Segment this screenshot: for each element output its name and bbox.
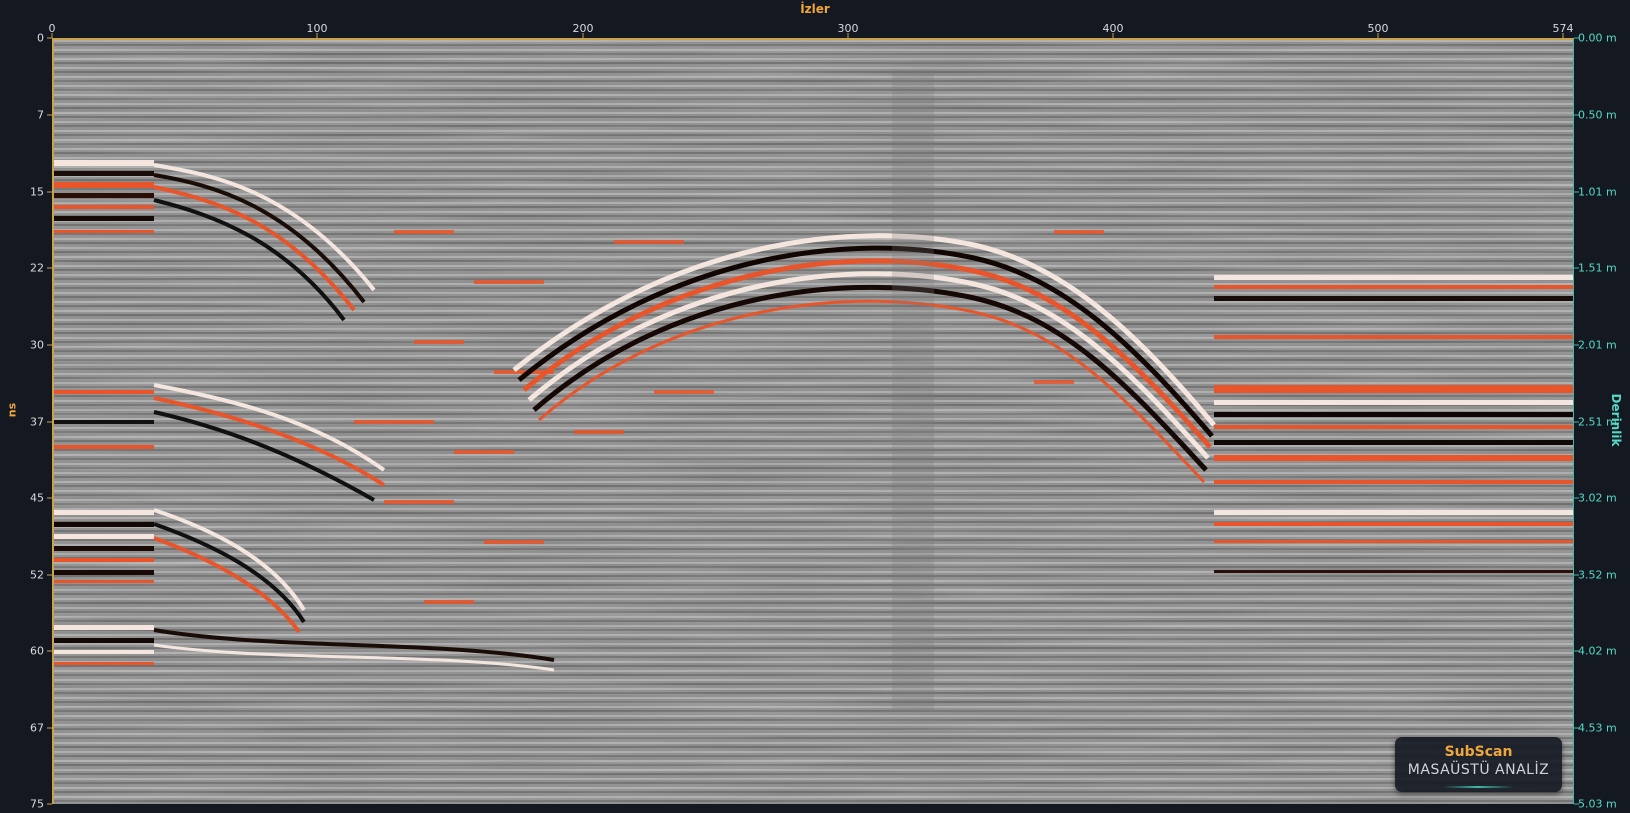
trace-tick-label: 200 xyxy=(572,22,594,35)
time-tick-label: 22 xyxy=(30,261,44,275)
depth-tick-label: 0.50 m xyxy=(1578,108,1617,122)
brand-subtitle: MASAÜSTÜ ANALİZ xyxy=(1407,762,1550,778)
time-tick-label: 45 xyxy=(30,491,44,505)
top-axis-title: İzler xyxy=(800,2,830,16)
left-axis-title: ns xyxy=(5,402,19,418)
depth-tick-label: 3.52 m xyxy=(1578,568,1617,582)
time-tick-label: 0 xyxy=(37,31,44,45)
radargram-image xyxy=(54,40,1573,804)
time-tick-label: 15 xyxy=(30,185,44,199)
trace-tick-label: 0 xyxy=(48,22,56,35)
right-axis-title: Derinlik xyxy=(1609,393,1623,447)
trace-tick-label: 574 xyxy=(1552,22,1574,35)
depth-tick-label: 3.02 m xyxy=(1578,491,1617,505)
trace-tick-label: 100 xyxy=(306,22,328,35)
depth-tick-label: 1.51 m xyxy=(1578,261,1617,275)
time-tick-label: 75 xyxy=(30,797,44,811)
trace-tick-label: 300 xyxy=(837,22,859,35)
depth-tick-label: 4.02 m xyxy=(1578,644,1617,658)
time-tick-label: 37 xyxy=(30,415,44,429)
time-tick-label: 7 xyxy=(37,108,44,122)
radargram-plot[interactable] xyxy=(52,38,1574,804)
brand-badge: SubScan MASAÜSTÜ ANALİZ xyxy=(1395,737,1562,792)
time-tick-label: 52 xyxy=(30,568,44,582)
brand-underline xyxy=(1443,786,1513,788)
depth-tick-label: 5.03 m xyxy=(1578,797,1617,811)
depth-tick-label: 4.53 m xyxy=(1578,721,1617,735)
brand-name: SubScan xyxy=(1444,744,1513,760)
trace-tick-label: 400 xyxy=(1102,22,1124,35)
time-tick-label: 30 xyxy=(30,338,44,352)
noise-column xyxy=(892,70,934,710)
time-tick-label: 67 xyxy=(30,721,44,735)
trace-tick-label: 500 xyxy=(1367,22,1389,35)
depth-tick-label: 1.01 m xyxy=(1578,185,1617,199)
depth-tick-label: 2.01 m xyxy=(1578,338,1617,352)
time-tick-label: 60 xyxy=(30,644,44,658)
depth-tick-label: 0.00 m xyxy=(1578,31,1617,45)
